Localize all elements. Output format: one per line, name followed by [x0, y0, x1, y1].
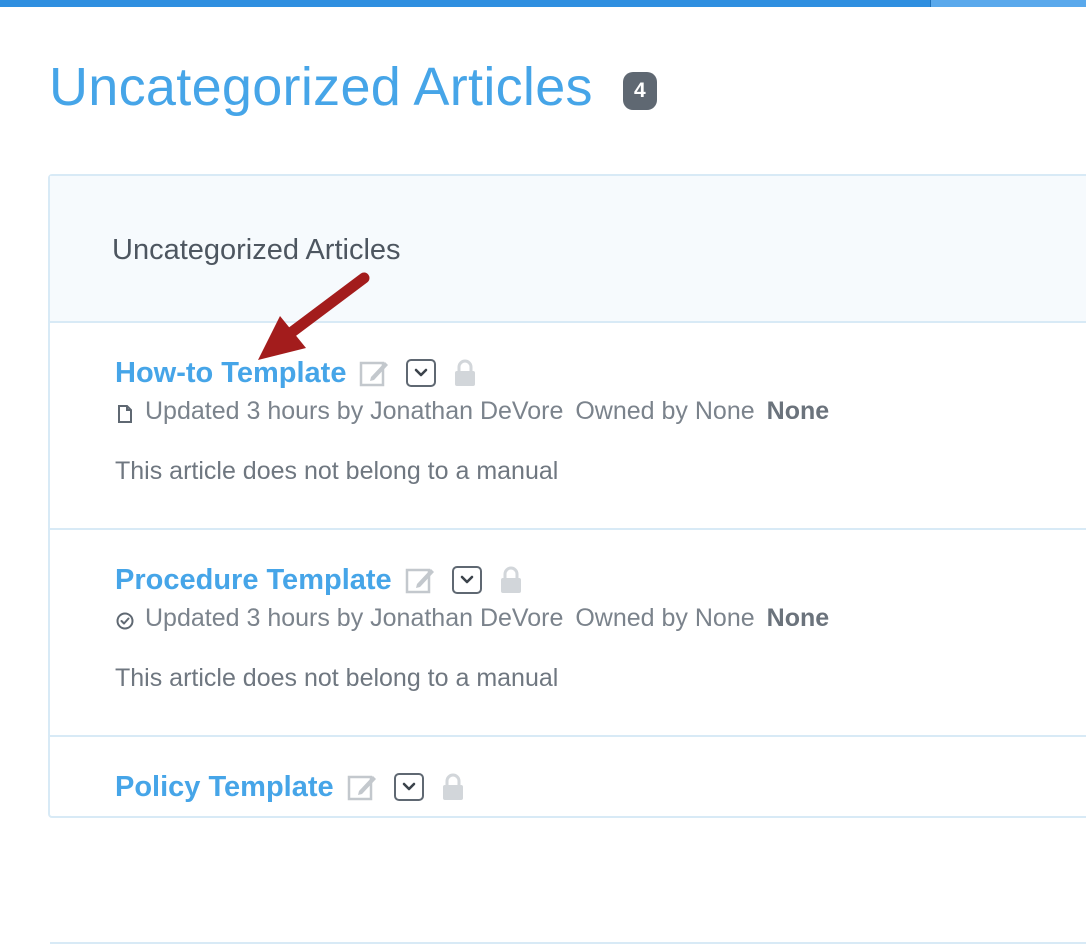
- article-title-row: Policy Template: [115, 767, 466, 807]
- edit-icon[interactable]: [404, 564, 436, 596]
- article-meta: Updated 3 hours by Jonathan DeVore Owned…: [115, 604, 829, 633]
- article-item: Policy Template: [50, 737, 1086, 944]
- article-title-row: How-to Template: [115, 353, 478, 393]
- chevron-down-icon: [415, 368, 428, 377]
- page-title: Uncategorized Articles: [49, 57, 593, 117]
- articles-panel: Uncategorized Articles How-to Template U…: [48, 174, 1086, 944]
- article-options-dropdown[interactable]: [451, 566, 482, 594]
- article-manual-note: This article does not belong to a manual: [115, 457, 559, 485]
- lock-icon: [440, 772, 466, 802]
- article-meta: Updated 3 hours by Jonathan DeVore Owned…: [115, 397, 829, 426]
- article-updated: Updated 3 hours by Jonathan DeVore: [145, 397, 564, 425]
- article-options-dropdown[interactable]: [393, 773, 424, 801]
- lock-icon: [498, 565, 524, 595]
- article-status: None: [766, 604, 830, 632]
- article-title-link[interactable]: How-to Template: [115, 357, 346, 390]
- check-circle-icon: [115, 609, 135, 629]
- panel-header-title: Uncategorized Articles: [112, 234, 401, 266]
- panel-header: Uncategorized Articles: [50, 176, 1086, 323]
- top-nav-tab[interactable]: [930, 0, 1086, 7]
- top-nav-bar: [0, 0, 1086, 7]
- article-options-dropdown[interactable]: [406, 359, 437, 387]
- lock-icon: [452, 358, 478, 388]
- chevron-down-icon: [402, 782, 415, 791]
- edit-icon[interactable]: [358, 357, 390, 389]
- article-owner: Owned by None: [575, 397, 755, 425]
- article-item: Procedure Template Updated 3 hours by Jo…: [50, 530, 1086, 737]
- article-manual-note: This article does not belong to a manual: [115, 664, 559, 692]
- page-title-row: Uncategorized Articles 4: [49, 56, 657, 118]
- article-item: How-to Template Updated 3 hours by Jonat…: [50, 323, 1086, 530]
- chevron-down-icon: [460, 575, 473, 584]
- article-title-row: Procedure Template: [115, 560, 524, 600]
- article-owner: Owned by None: [575, 604, 755, 632]
- article-updated: Updated 3 hours by Jonathan DeVore: [145, 604, 564, 632]
- article-status: None: [766, 397, 830, 425]
- document-icon: [115, 402, 135, 423]
- article-title-link[interactable]: Policy Template: [115, 771, 334, 804]
- article-count-badge: 4: [622, 72, 657, 110]
- article-title-link[interactable]: Procedure Template: [115, 564, 392, 597]
